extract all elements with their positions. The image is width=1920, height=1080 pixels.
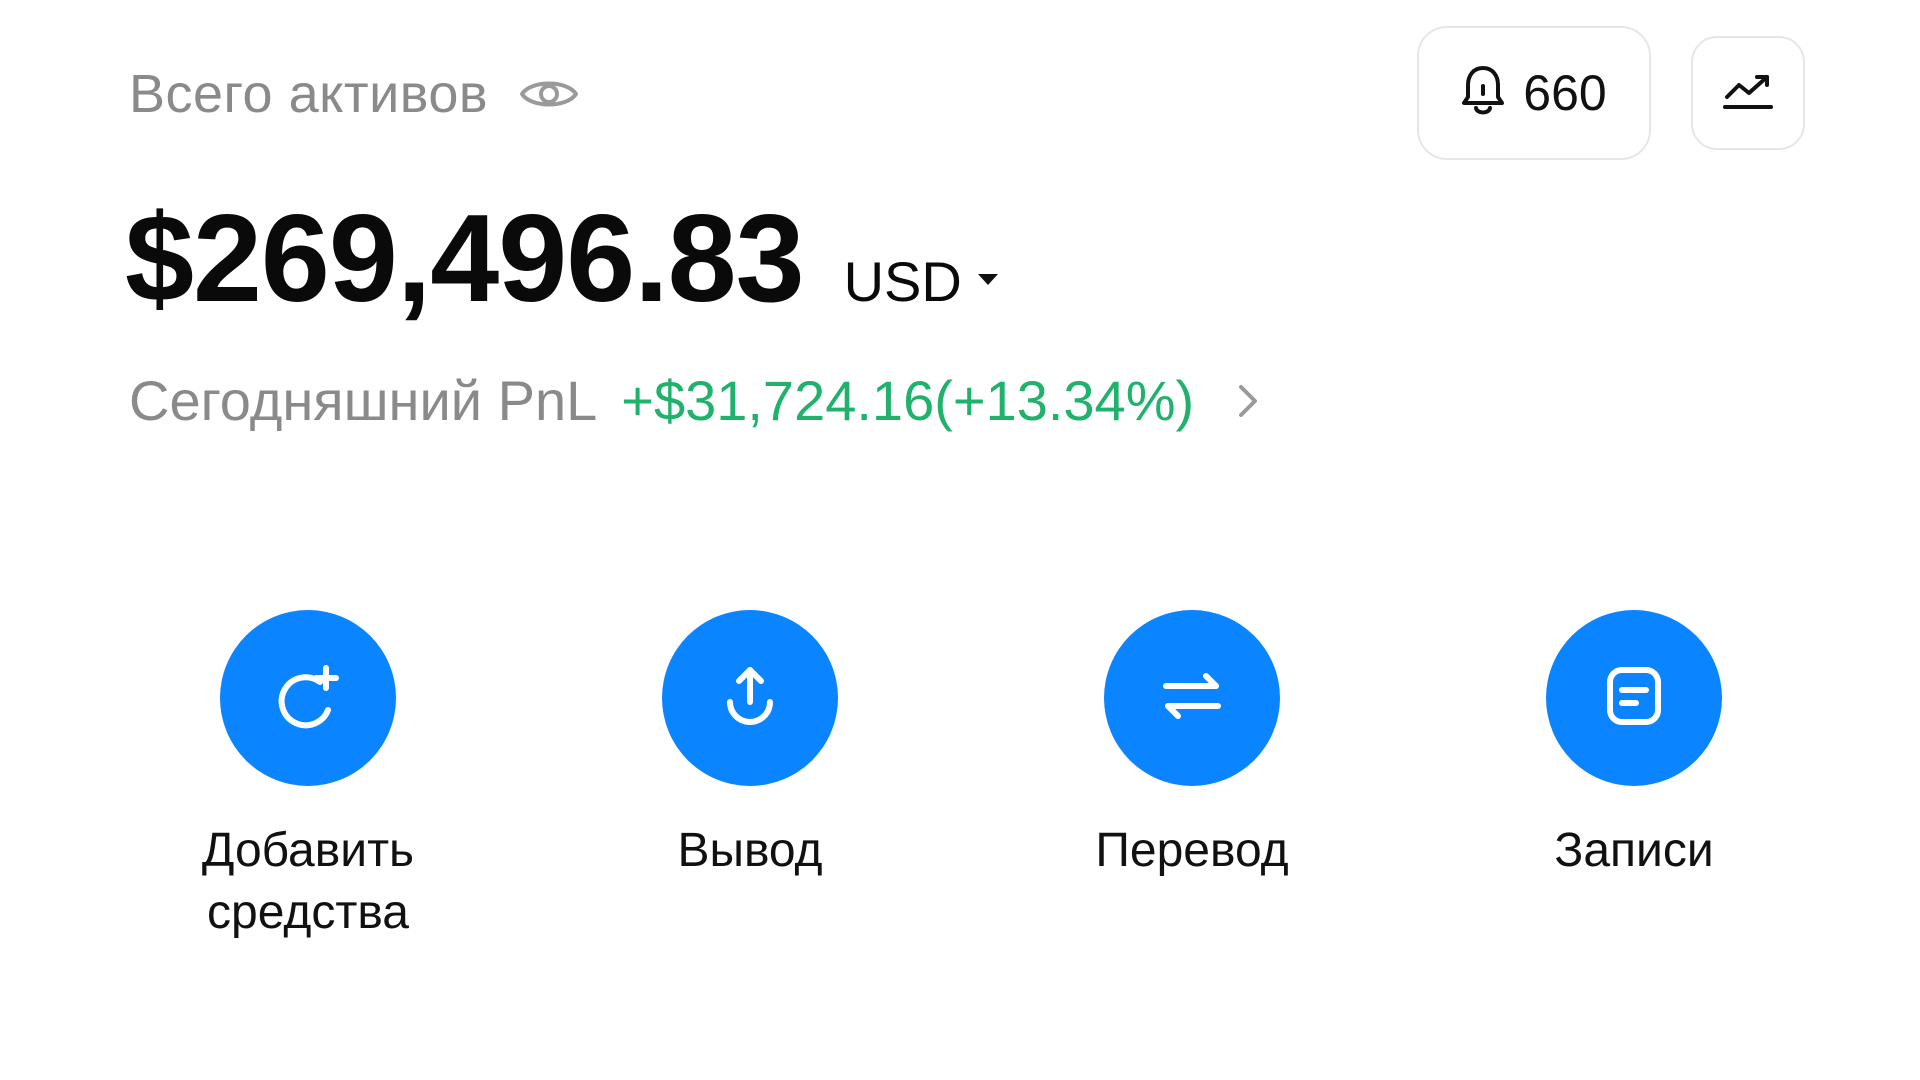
notifications-button[interactable]: 660 <box>1417 26 1651 160</box>
bell-icon <box>1461 64 1505 123</box>
pnl-value: +$31,724.16(+13.34%) <box>621 369 1195 432</box>
upload-icon <box>710 656 790 741</box>
currency-selector[interactable]: USD <box>844 249 1000 314</box>
withdraw-circle <box>662 610 838 786</box>
add-funds-circle <box>220 610 396 786</box>
add-funds-label: Добавить средства <box>201 824 415 939</box>
eye-icon[interactable] <box>518 72 580 116</box>
chart-trend-icon <box>1723 71 1773 116</box>
add-funds-button[interactable]: Добавить средства <box>128 610 488 944</box>
withdraw-button[interactable]: Вывод <box>570 610 930 882</box>
add-funds-icon <box>268 656 348 741</box>
assets-label: Всего активов <box>129 64 489 124</box>
transfer-icon <box>1152 656 1232 741</box>
records-button[interactable]: Записи <box>1454 610 1814 882</box>
assets-header: Всего активов <box>129 58 580 130</box>
chevron-right-icon <box>1236 381 1260 421</box>
records-label: Записи <box>1554 824 1714 877</box>
currency-label: USD <box>843 250 962 313</box>
transfer-circle <box>1104 610 1280 786</box>
withdraw-label: Вывод <box>677 824 823 877</box>
notification-count: 660 <box>1523 65 1607 121</box>
pnl-row[interactable]: Сегодняшний PnL +$31,724.16(+13.34%) <box>129 368 1260 433</box>
top-toolbar: 660 <box>1417 26 1805 160</box>
balance-row: $269,496.83 USD <box>125 188 1000 330</box>
records-icon <box>1594 656 1674 741</box>
transfer-label: Перевод <box>1095 824 1289 877</box>
records-circle <box>1546 610 1722 786</box>
pnl-label: Сегодняшний PnL <box>129 369 598 432</box>
assets-overview: Всего активов 660 $269,496.83 USD Сегодн… <box>0 0 1920 1080</box>
chart-button[interactable] <box>1691 36 1805 150</box>
total-balance: $269,496.83 <box>125 190 805 328</box>
transfer-button[interactable]: Перевод <box>1012 610 1372 882</box>
caret-down-icon <box>976 271 1000 292</box>
